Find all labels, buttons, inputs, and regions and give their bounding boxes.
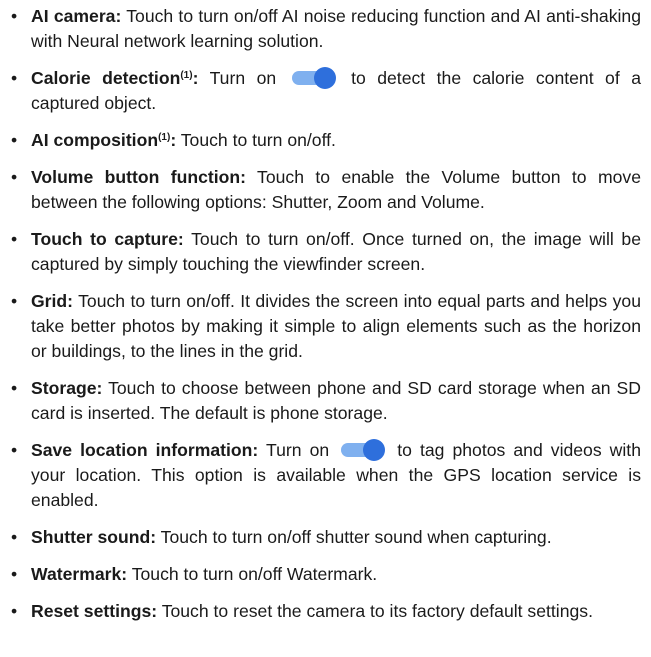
toggle-switch-on-icon xyxy=(291,67,336,89)
term-touch-to-capture: Touch to capture: xyxy=(31,229,184,249)
list-item-shutter-sound: Shutter sound: Touch to turn on/off shut… xyxy=(11,525,641,550)
term-storage: Storage: xyxy=(31,378,103,398)
manual-page: AI camera: Touch to turn on/off AI noise… xyxy=(0,0,651,657)
list-item-reset-settings: Reset settings: Touch to reset the camer… xyxy=(11,599,641,624)
list-item-grid: Grid: Touch to turn on/off. It divides t… xyxy=(11,289,641,364)
term-calorie-detection-label: Calorie detection xyxy=(31,68,181,88)
list-item-volume-button-function: Volume button function: Touch to enable … xyxy=(11,165,641,215)
description-ai-camera: Touch to turn on/off AI noise reducing f… xyxy=(31,6,641,51)
description-storage: Touch to choose between phone and SD car… xyxy=(31,378,641,423)
list-item-storage: Storage: Touch to choose between phone a… xyxy=(11,376,641,426)
toggle-knob xyxy=(363,439,386,461)
list-item-watermark: Watermark: Touch to turn on/off Watermar… xyxy=(11,562,641,587)
term-watermark: Watermark: xyxy=(31,564,128,584)
term-save-location-information: Save location information: xyxy=(31,440,259,460)
term-calorie-detection: Calorie detection(1): xyxy=(31,68,198,88)
description-watermark: Touch to turn on/off Watermark. xyxy=(127,564,378,584)
description-ai-composition: Touch to turn on/off. xyxy=(176,130,336,150)
list-item-ai-camera: AI camera: Touch to turn on/off AI noise… xyxy=(11,4,641,54)
term-shutter-sound: Shutter sound: xyxy=(31,527,157,547)
term-volume-button-function: Volume button function: xyxy=(31,167,246,187)
term-reset-settings: Reset settings: xyxy=(31,601,158,621)
footnote-marker: (1) xyxy=(158,132,171,143)
description-shutter-sound: Touch to turn on/off shutter sound when … xyxy=(156,527,552,547)
description-calorie-detection-before: Turn on xyxy=(198,68,288,88)
term-ai-camera: AI camera: xyxy=(31,6,122,26)
list-item-ai-composition: AI composition(1): Touch to turn on/off. xyxy=(11,128,641,153)
description-reset-settings: Touch to reset the camera to its factory… xyxy=(157,601,593,621)
term-grid: Grid: xyxy=(31,291,74,311)
list-item-touch-to-capture: Touch to capture: Touch to turn on/off. … xyxy=(11,227,641,277)
list-item-calorie-detection: Calorie detection(1): Turn on to detect … xyxy=(11,66,641,116)
toggle-switch-on-icon xyxy=(341,439,386,461)
camera-settings-list: AI camera: Touch to turn on/off AI noise… xyxy=(0,4,651,636)
list-item-save-location-information: Save location information: Turn on to ta… xyxy=(11,438,641,513)
toggle-knob xyxy=(313,67,336,89)
footnote-marker: (1) xyxy=(180,70,193,81)
term-ai-composition: AI composition(1): xyxy=(31,130,176,150)
term-ai-composition-label: AI composition xyxy=(31,130,159,150)
description-grid: Touch to turn on/off. It divides the scr… xyxy=(31,291,641,361)
description-save-location-before: Turn on xyxy=(258,440,338,460)
